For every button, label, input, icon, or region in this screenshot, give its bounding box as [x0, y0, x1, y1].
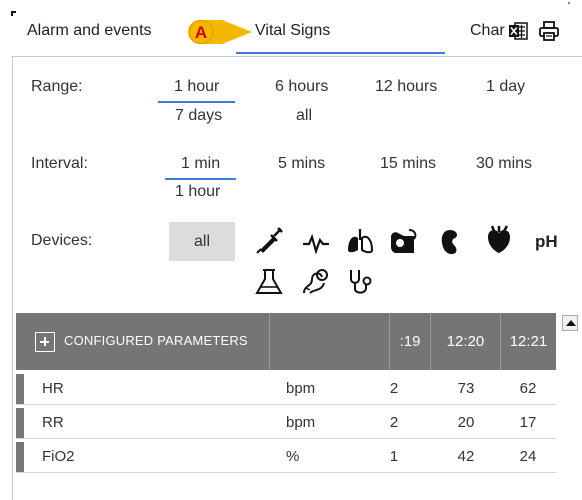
time-column-header: :19: [390, 313, 431, 370]
parameters-grid-header: CONFIGURED PARAMETERS :19 12:20 12:21: [16, 313, 556, 370]
lungs-icon[interactable]: [345, 226, 375, 256]
row-indicator-bar: [16, 374, 24, 404]
parameter-value: 20: [457, 414, 475, 431]
parameter-value: 24: [519, 448, 537, 465]
ph-device-filter[interactable]: pH: [535, 232, 558, 252]
range-option-7-days[interactable]: 7 days: [175, 107, 222, 125]
configured-parameters-label: CONFIGURED PARAMETERS: [64, 333, 248, 348]
table-row[interactable]: RR bpm 2 20 17: [16, 408, 556, 439]
device-filter-all[interactable]: all: [169, 222, 235, 261]
parameter-value: 62: [519, 380, 537, 397]
flask-icon[interactable]: [254, 267, 284, 297]
parameter-value: 42: [457, 448, 475, 465]
stethoscope-icon[interactable]: [346, 267, 376, 297]
tab-alarm-and-events[interactable]: Alarm and events: [27, 22, 152, 40]
heart-icon[interactable]: [484, 225, 514, 255]
unit-header-cell: [270, 313, 390, 370]
range-label: Range:: [31, 78, 83, 95]
time-column-header: 12:21: [509, 333, 548, 350]
range-option-all[interactable]: all: [296, 107, 312, 125]
interval-label: Interval:: [31, 155, 88, 172]
configured-parameters-header-cell: CONFIGURED PARAMETERS: [16, 313, 270, 370]
interval-option-30-mins[interactable]: 30 mins: [476, 155, 532, 173]
time-column-header: 12:20: [431, 313, 501, 370]
kidney-icon[interactable]: [438, 227, 468, 257]
table-row[interactable]: FiO2 % 1 42 24: [16, 442, 556, 473]
interval-option-1-hour[interactable]: 1 hour: [175, 183, 220, 201]
gene-icon[interactable]: [300, 267, 330, 297]
parameter-unit: bpm: [286, 380, 316, 397]
parameter-name: HR: [42, 380, 64, 397]
range-option-12-hours[interactable]: 12 hours: [375, 78, 437, 96]
parameter-name: FiO2: [42, 448, 75, 465]
parameter-value: 1: [389, 448, 399, 465]
range-option-1-day[interactable]: 1 day: [486, 78, 525, 96]
syringe-icon[interactable]: [254, 226, 284, 256]
parameter-value: 2: [389, 380, 399, 397]
interval-option-15-mins[interactable]: 15 mins: [380, 155, 436, 173]
configure-parameters-button[interactable]: [35, 332, 55, 352]
table-row[interactable]: HR bpm 2 73 62: [16, 374, 556, 405]
range-option-1-hour[interactable]: 1 hour: [157, 78, 236, 103]
print-icon[interactable]: [538, 20, 560, 42]
excel-export-icon[interactable]: [508, 21, 528, 41]
parameter-value: 2: [389, 414, 399, 431]
row-indicator-bar: [16, 442, 24, 472]
tab-bar: Alarm and events A Vital Signs Char: [0, 0, 582, 58]
interval-option-1-min[interactable]: 1 min: [164, 155, 237, 180]
active-tab-indicator: [236, 52, 445, 54]
scroll-up-arrow[interactable]: [562, 315, 578, 331]
callout-marker-a: A: [188, 20, 252, 44]
heartbeat-icon[interactable]: [301, 228, 331, 258]
range-option-6-hours[interactable]: 6 hours: [275, 78, 328, 96]
row-indicator-bar: [16, 408, 24, 438]
tab-chart[interactable]: Char: [470, 22, 505, 40]
parameter-unit: bpm: [286, 414, 316, 431]
parameter-value: 17: [519, 414, 537, 431]
devices-label: Devices:: [31, 232, 93, 249]
parameter-value: 73: [457, 380, 475, 397]
pump-icon[interactable]: [389, 227, 419, 257]
parameter-unit: %: [286, 448, 300, 465]
tab-vital-signs[interactable]: Vital Signs: [255, 22, 330, 40]
svg-text:A: A: [195, 23, 207, 42]
interval-option-5-mins[interactable]: 5 mins: [278, 155, 325, 173]
parameter-name: RR: [42, 414, 64, 431]
